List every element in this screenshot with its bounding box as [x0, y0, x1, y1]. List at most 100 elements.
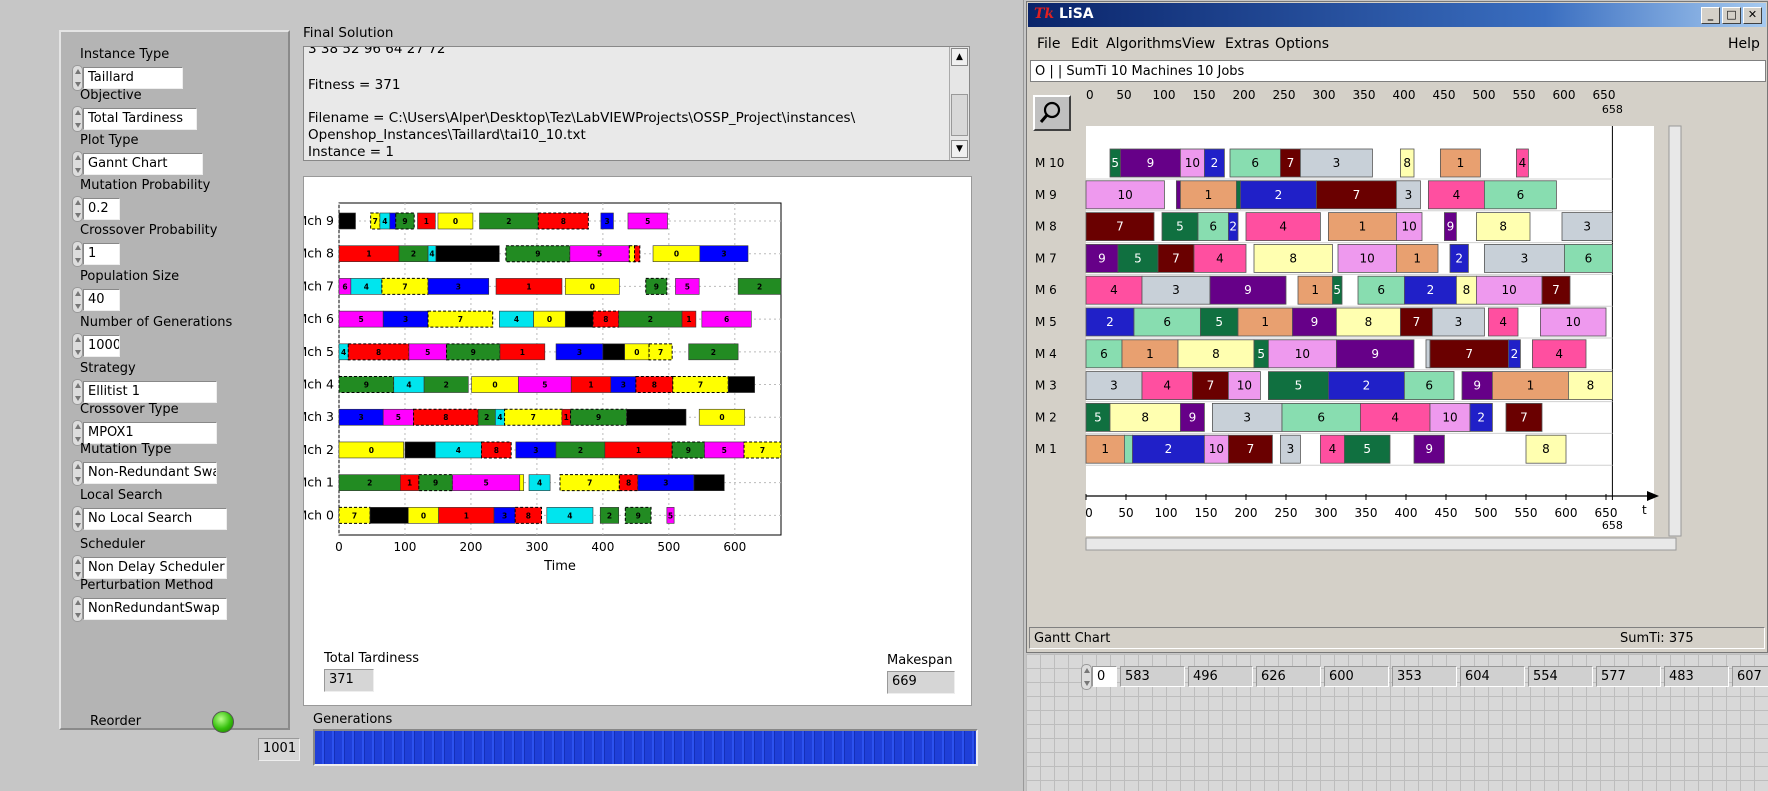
menu-help[interactable]: Help	[1728, 36, 1760, 52]
final-line: 3 38 52 96 64 27 72	[308, 46, 446, 57]
array-cell: 496	[1188, 666, 1253, 687]
task-label: 2	[367, 479, 372, 488]
close-icon[interactable]: ✕	[1743, 7, 1762, 24]
task-label: 10	[1566, 315, 1581, 329]
param-value[interactable]: Non Delay Scheduler	[83, 557, 227, 579]
task-label: 1	[1359, 220, 1367, 234]
array-index[interactable]: 0	[1092, 666, 1117, 687]
machine-label: Mch 3	[304, 409, 334, 424]
scroll-down-icon[interactable]: ▼	[951, 140, 968, 158]
task-label: 9	[433, 479, 438, 488]
axis-tick-label: 0	[1085, 506, 1093, 520]
x-axis-label: Time	[543, 559, 576, 574]
param-spinner[interactable]	[72, 151, 83, 177]
param-value[interactable]: Gannt Chart	[83, 153, 203, 175]
task-label: 5	[1363, 442, 1371, 456]
param-spinner[interactable]	[72, 333, 83, 359]
axis-tick-label: 450	[1435, 506, 1458, 520]
final-solution-label: Final Solution	[303, 25, 394, 41]
task-label: 3	[1521, 251, 1529, 265]
ruler-label: 0	[1086, 88, 1094, 102]
task-label: 7	[402, 282, 407, 291]
maximize-icon[interactable]: □	[1722, 7, 1741, 24]
param-spinner[interactable]	[72, 196, 83, 222]
task-label: 5	[1176, 220, 1184, 234]
task-label: 7	[1207, 379, 1215, 393]
param-spinner[interactable]	[72, 106, 83, 132]
task-label: 2	[1165, 442, 1173, 456]
param-spinner[interactable]	[72, 287, 83, 313]
machine-label: Mch 5	[304, 344, 334, 359]
final-line: Openshop_Instances\Taillard\tai10_10.txt	[308, 127, 586, 143]
task-label: 2	[1106, 315, 1114, 329]
param-value[interactable]: 0.2	[83, 198, 120, 220]
axis-tick-label: 200	[1235, 506, 1258, 520]
final-solution-textbox[interactable]: 3 38 52 96 64 27 72 Fitness = 371 Filena…	[303, 46, 970, 161]
param-value[interactable]: MPOX1	[83, 422, 217, 444]
reorder-led-button[interactable]	[212, 711, 234, 733]
gantt-task-bar	[564, 310, 594, 328]
machine-label: M 10	[1035, 156, 1064, 170]
param-spinner[interactable]	[72, 241, 83, 267]
task-label: 9	[1244, 283, 1252, 297]
task-label: 6	[1425, 379, 1433, 393]
param-spinner[interactable]	[72, 596, 83, 622]
gantt-task-bar	[404, 441, 436, 459]
task-label: 0	[453, 217, 458, 226]
param-value[interactable]: Total Tardiness	[83, 108, 197, 130]
final-solution-scrollbar[interactable]: ▲ ▼	[949, 47, 969, 160]
task-label: 5	[1295, 379, 1303, 393]
task-label: 5	[722, 446, 727, 455]
menu-edit[interactable]: Edit	[1071, 36, 1098, 52]
task-label: 10	[1209, 442, 1224, 456]
total-tardiness-label: Total Tardiness	[324, 651, 420, 666]
menu-extras[interactable]: Extras	[1225, 36, 1269, 52]
param-value[interactable]: 40	[83, 289, 120, 311]
minimize-icon[interactable]: _	[1701, 7, 1720, 24]
problem-type-field[interactable]: O | | SumTi 10 Machines 10 Jobs	[1030, 60, 1766, 82]
task-label: 0	[590, 282, 595, 291]
task-label: 1	[636, 446, 641, 455]
task-label: 2	[444, 381, 449, 390]
machine-label: Mch 2	[304, 442, 334, 457]
menu-algorithms[interactable]: Algorithms	[1106, 36, 1182, 52]
task-label: 8	[1403, 156, 1411, 170]
task-label: 5	[425, 348, 430, 357]
axis-tick-label: 100	[1155, 506, 1178, 520]
axis-t-label: t	[1642, 503, 1647, 517]
param-value[interactable]: Ellitist 1	[83, 381, 217, 403]
lisa-window: Tk LiSA _ □ ✕ File Edit Algorithms View …	[1026, 1, 1768, 653]
scroll-up-icon[interactable]: ▲	[951, 48, 968, 66]
menu-file[interactable]: File	[1037, 36, 1060, 52]
param-value[interactable]: 1000	[83, 335, 120, 357]
task-label: 4	[1391, 410, 1399, 424]
task-label: 0	[369, 446, 374, 455]
param-value[interactable]: 1	[83, 243, 120, 265]
array-index-spinner[interactable]	[1081, 664, 1092, 690]
lisa-titlebar[interactable]: Tk LiSA _ □ ✕	[1028, 3, 1766, 27]
menu-options[interactable]: Options	[1275, 36, 1329, 52]
task-label: 9	[1447, 220, 1455, 234]
param-spinner[interactable]	[72, 506, 83, 532]
status-right: SumTi: 375	[1620, 631, 1694, 646]
param-value[interactable]: No Local Search	[83, 508, 227, 530]
scroll-thumb[interactable]	[951, 94, 968, 136]
task-label: 4	[364, 282, 369, 291]
gantt-task-bar	[435, 245, 500, 262]
x-tick-label: 0	[335, 540, 343, 554]
task-label: 4	[514, 315, 519, 324]
task-label: 9	[471, 348, 476, 357]
param-value[interactable]: NonRedundantSwap	[83, 598, 227, 620]
ruler-label: 650	[1593, 88, 1616, 102]
param-value[interactable]: Non-Redundant Swap	[83, 462, 217, 484]
task-label: 6	[1317, 410, 1325, 424]
param-spinner[interactable]	[72, 460, 83, 486]
lisa-title-text: LiSA	[1059, 6, 1094, 22]
x-tick-label: 500	[657, 540, 680, 554]
task-label: 8	[626, 479, 631, 488]
axis-tick-label: 250	[1275, 506, 1298, 520]
gantt-task-bar	[519, 474, 525, 491]
param-value[interactable]: Taillard	[83, 67, 183, 89]
task-label: 8	[526, 511, 531, 520]
menu-view[interactable]: View	[1182, 36, 1215, 52]
